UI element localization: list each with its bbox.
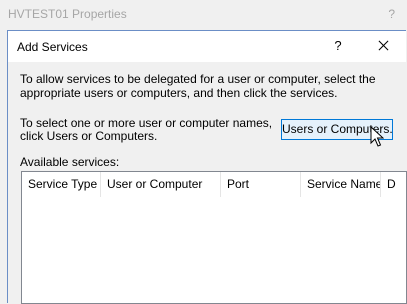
- column-header-service-name[interactable]: Service Name: [301, 172, 381, 197]
- select-instructions: To select one or more user or computer n…: [20, 116, 273, 143]
- mouse-pointer-icon: [370, 126, 384, 147]
- dialog-titlebar: Add Services ?: [8, 31, 406, 62]
- list-header: Service Type User or Computer Port Servi…: [22, 172, 406, 197]
- column-header-user-or-computer[interactable]: User or Computer: [101, 172, 221, 197]
- add-services-dialog: Add Services ? To allow services to be d…: [7, 30, 407, 304]
- intro-text: To allow services to be delegated for a …: [20, 72, 376, 100]
- column-header-d[interactable]: D: [381, 172, 406, 197]
- close-icon[interactable]: [370, 35, 396, 57]
- background-window-title: HVTEST01 Properties: [8, 7, 127, 21]
- column-header-service-type[interactable]: Service Type: [22, 172, 101, 197]
- available-services-list[interactable]: Service Type User or Computer Port Servi…: [21, 171, 407, 304]
- dialog-title: Add Services: [17, 40, 88, 54]
- background-help-button[interactable]: ?: [388, 7, 395, 21]
- column-header-port[interactable]: Port: [221, 172, 301, 197]
- help-button[interactable]: ?: [326, 35, 350, 57]
- available-services-label: Available services:: [20, 155, 120, 169]
